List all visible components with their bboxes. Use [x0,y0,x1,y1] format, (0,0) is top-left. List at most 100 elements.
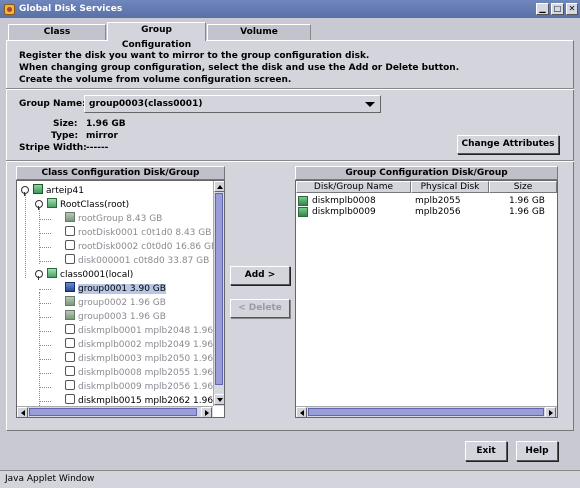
tree-item[interactable]: rootDisk0001 c0t1d0 8.43 GB [65,226,211,239]
disk-icon [65,240,75,250]
divider [6,160,574,162]
cell-size: 1.96 GB [508,207,545,217]
tree-item[interactable]: group0001 3.90 GB [65,282,166,295]
tree-item[interactable]: diskmplb0009 mplb2056 1.96 GB [65,380,213,393]
tree-item[interactable]: RootClass(root) [47,198,129,211]
tree-expand-toggle-icon[interactable] [35,270,43,280]
type-value: mirror [86,131,118,141]
scroll-left-button[interactable] [17,407,28,417]
tree-item-label: disk000001 c0t8d0 33.87 GB [78,256,210,266]
tree-connector-line [39,233,51,234]
scroll-thumb[interactable] [29,408,197,416]
class-icon [47,198,57,208]
tree-item[interactable]: diskmplb0008 mplb2055 1.96 GB [65,366,213,379]
tree-item-label: RootClass(root) [60,200,130,210]
tree-item-label: class0001(local) [60,270,134,280]
tree-connector-line [39,345,51,346]
tab-class-configuration[interactable]: Class Configuration [8,24,106,52]
close-button[interactable]: ✕ [566,3,578,15]
app-icon [4,3,15,15]
tree-item-label: group0001 3.90 GB [78,284,166,294]
tree-item[interactable]: rootGroup 8.43 GB [65,212,162,225]
tree-item[interactable]: disk000001 c0t8d0 33.87 GB [65,254,209,267]
column-header-disk-group-name[interactable]: Disk/Group Name [296,181,411,193]
column-header-size[interactable]: Size [489,181,557,193]
tree-item[interactable]: diskmplb0001 mplb2048 1.96 GB [65,324,213,337]
minimize-button[interactable]: ▁ [536,3,549,15]
tree-connector-line [39,219,51,220]
tree-item[interactable]: arteip41 [33,184,84,197]
right-panel-title: Group Configuration Disk/Group [295,166,558,180]
tree-vertical-scrollbar[interactable] [213,181,224,406]
tree-item[interactable]: group0002 1.96 GB [65,296,166,309]
scroll-right-button[interactable] [545,407,556,417]
column-header-physical-disk[interactable]: Physical Disk [411,181,489,193]
class-configuration-tree[interactable]: arteip41 RootClass(root) rootGroup 8.43 GB… [16,180,225,418]
title-bar: Global Disk Services ▁ □ ✕ [0,0,580,18]
table-row[interactable]: diskmplb0009 mplb2056 1.96 GB [296,207,557,218]
tree-connector-line [39,317,51,318]
table-row[interactable]: diskmplb0008 mplb2055 1.96 GB [296,196,557,207]
cell-disk-group-name: diskmplb0009 [312,207,376,217]
scroll-thumb[interactable] [308,408,544,416]
tree-item[interactable]: diskmplb0003 mplb2050 1.96 GB [65,352,213,365]
maximize-button[interactable]: □ [551,3,564,15]
help-button[interactable]: Help [516,441,558,461]
tree-connector-line [39,303,51,304]
add-button[interactable]: Add > [230,266,290,285]
scroll-left-button[interactable] [296,407,307,417]
tree-item-label: diskmplb0002 mplb2049 1.96 GB [78,340,213,350]
change-attributes-button[interactable]: Change Attributes [457,135,559,154]
disk-icon [65,352,75,362]
disk-icon [65,226,75,236]
left-panel-title: Class Configuration Disk/Group [16,166,225,180]
scroll-right-button[interactable] [201,407,212,417]
tree-item-label: rootDisk0002 c0t0d0 16.86 GB [78,242,213,252]
tree-expand-toggle-icon[interactable] [35,200,43,210]
tree-item-label: diskmplb0008 mplb2055 1.96 GB [78,368,213,378]
tree-connector-line [39,331,51,332]
tree-item[interactable]: class0001(local) [47,268,133,281]
tree-connector-line [39,289,51,290]
tree-item-label: rootDisk0001 c0t1d0 8.43 GB [78,228,212,238]
delete-button[interactable]: < Delete [230,299,290,318]
tree-connector-line [39,261,51,262]
tree-item-label: diskmplb0009 mplb2056 1.96 GB [78,382,213,392]
tab-group-configuration[interactable]: Group Configuration [107,22,206,50]
tree-item-label: diskmplb0015 mplb2062 1.96 GB [78,396,213,406]
disk-icon [298,196,308,206]
tree-item[interactable]: rootDisk0002 c0t0d0 16.86 GB [65,240,213,253]
group-configuration-table[interactable]: Disk/Group Name Physical Disk Size diskm… [295,180,558,418]
cell-physical-disk: mplb2056 [415,207,461,217]
group-name-select[interactable]: group0003(class0001) [84,95,381,113]
exit-button[interactable]: Exit [465,441,507,461]
disk-icon [65,324,75,334]
tree-item-label: group0003 1.96 GB [78,312,166,322]
tree-item-label: diskmplb0001 mplb2048 1.96 GB [78,326,213,336]
group-name-label: Group Name: [19,99,86,109]
tree-item-label: arteip41 [46,186,84,196]
scroll-down-button[interactable] [214,394,224,405]
tree-item[interactable]: diskmplb0015 mplb2062 1.96 GB [65,394,213,406]
tab-volume-configuration[interactable]: Volume Configuration [207,24,311,52]
size-label: Size: [53,119,78,129]
tree-expand-toggle-icon[interactable] [21,186,29,196]
tree-item-label: rootGroup 8.43 GB [78,214,163,224]
chevron-down-icon [365,102,375,107]
status-bar: Java Applet Window [0,470,580,488]
disk-icon [298,207,308,217]
group-icon [65,282,75,292]
stripe-width-value: ------ [86,143,109,153]
tree-connector-line [39,401,51,402]
tree-item[interactable]: diskmplb0002 mplb2049 1.96 GB [65,338,213,351]
group-icon [65,212,75,222]
tree-horizontal-scrollbar[interactable] [17,406,213,417]
scroll-up-button[interactable] [214,181,224,192]
tree-connector-line [39,387,51,388]
tree-item-label: diskmplb0003 mplb2050 1.96 GB [78,354,213,364]
scroll-thumb[interactable] [215,193,223,385]
tree-item[interactable]: group0003 1.96 GB [65,310,166,323]
disk-icon [65,254,75,264]
tree-connector-line [39,208,40,264]
table-horizontal-scrollbar[interactable] [296,406,557,417]
